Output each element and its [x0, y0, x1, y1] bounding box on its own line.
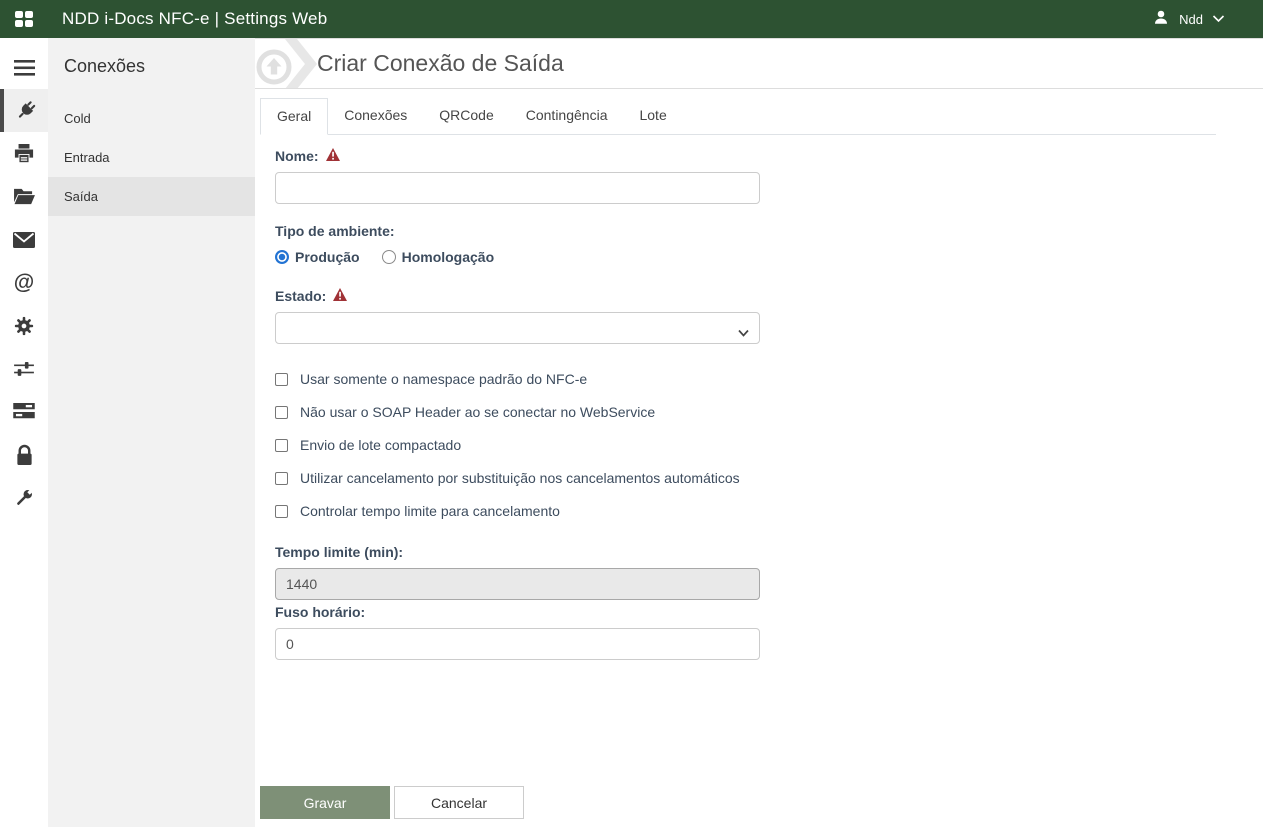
upload-arrow-icon [255, 39, 317, 88]
tab-bar: Geral Conexões QRCode Contingência Lote [260, 98, 1216, 135]
tempo-limite-input [275, 568, 760, 600]
app-header: NDD i-Docs NFC-e | Settings Web Ndd [0, 0, 1263, 38]
app-window: NDD i-Docs NFC-e | Settings Web Ndd @ Co… [0, 0, 1263, 827]
lock-icon[interactable] [0, 433, 48, 476]
tipo-ambiente-label: Tipo de ambiente: [275, 223, 395, 239]
user-icon [1152, 8, 1170, 31]
grid-logo-icon [14, 10, 34, 28]
cancel-button[interactable]: Cancelar [394, 786, 524, 819]
server-icon[interactable] [0, 390, 48, 433]
sidebar-title: Conexões [64, 56, 146, 76]
checkbox-controlar-tempo-limite[interactable] [275, 504, 288, 518]
form-actions: Gravar Cancelar [255, 786, 1263, 827]
main-content: Criar Conexão de Saída Geral Conexões QR… [255, 38, 1263, 827]
app-logo-icon[interactable] [0, 10, 48, 28]
checkbox-soap-header-label[interactable]: Não usar o SOAP Header ao se conectar no… [300, 404, 655, 420]
at-sign-icon[interactable]: @ [0, 261, 48, 304]
estado-select[interactable] [275, 312, 760, 344]
icon-rail: @ [0, 38, 48, 827]
radio-producao[interactable]: Produção [275, 249, 360, 265]
estado-label: Estado: [275, 288, 760, 304]
checkbox-lote-compactado-label[interactable]: Envio de lote compactado [300, 437, 461, 453]
sidebar-item-saida[interactable]: Saída [48, 177, 255, 216]
printer-icon[interactable] [0, 132, 48, 175]
warning-icon [325, 148, 340, 164]
page-title: Criar Conexão de Saída [317, 50, 564, 76]
plug-icon[interactable] [0, 89, 48, 132]
nome-label: Nome: [275, 148, 760, 164]
checkbox-controlar-tempo-limite-label[interactable]: Controlar tempo limite para cancelamento [300, 503, 560, 519]
chevron-down-icon [1212, 10, 1225, 28]
wrench-icon[interactable] [0, 476, 48, 519]
fuso-horario-input[interactable] [275, 628, 760, 660]
geral-form: Nome: Tipo de ambiente: Produção Homolog… [255, 135, 760, 660]
checkbox-soap-header[interactable] [275, 405, 288, 419]
tab-contingencia[interactable]: Contingência [510, 98, 624, 135]
radio-homologacao-input[interactable] [381, 250, 396, 264]
folder-open-icon[interactable] [0, 175, 48, 218]
checkbox-cancelamento-substituicao[interactable] [275, 471, 288, 485]
sidebar-item-cold[interactable]: Cold [48, 99, 255, 138]
user-name: Ndd [1179, 11, 1203, 27]
menu-icon[interactable] [0, 46, 48, 89]
envelope-icon[interactable] [0, 218, 48, 261]
checkbox-lote-compactado[interactable] [275, 438, 288, 452]
tab-conexoes[interactable]: Conexões [328, 98, 423, 135]
tab-qrcode[interactable]: QRCode [423, 98, 509, 135]
radio-producao-input[interactable] [275, 250, 289, 264]
checkbox-namespace[interactable] [275, 372, 288, 386]
checkbox-cancelamento-substituicao-label[interactable]: Utilizar cancelamento por substituição n… [300, 470, 740, 486]
user-menu[interactable]: Ndd [1152, 8, 1225, 31]
tipo-ambiente-radios: Produção Homologação [275, 249, 760, 265]
sidebar-item-entrada[interactable]: Entrada [48, 138, 255, 177]
tab-geral[interactable]: Geral [260, 98, 329, 135]
radio-homologacao[interactable]: Homologação [381, 249, 494, 265]
warning-icon [333, 288, 348, 304]
tab-lote[interactable]: Lote [623, 98, 682, 135]
gear-icon[interactable] [0, 304, 48, 347]
fuso-horario-label: Fuso horário: [275, 604, 366, 620]
app-title: NDD i-Docs NFC-e | Settings Web [62, 9, 328, 28]
checkbox-namespace-label[interactable]: Usar somente o namespace padrão do NFC-e [300, 371, 587, 387]
save-button[interactable]: Gravar [260, 786, 390, 819]
page-title-bar: Criar Conexão de Saída [255, 39, 1263, 89]
nome-input[interactable] [275, 172, 760, 204]
sliders-icon[interactable] [0, 347, 48, 390]
sidebar-connections: Conexões Cold Entrada Saída [48, 38, 255, 827]
tempo-limite-label: Tempo limite (min): [275, 544, 404, 560]
